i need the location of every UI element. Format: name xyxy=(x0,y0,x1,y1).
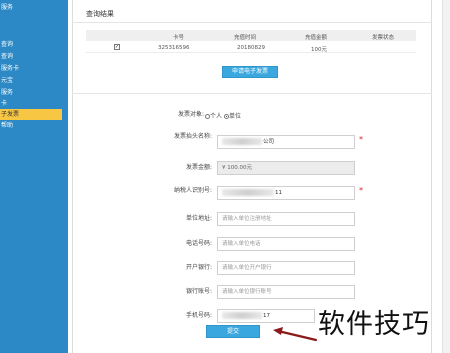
redacted-value xyxy=(222,189,274,196)
radio-company[interactable] xyxy=(223,114,229,119)
mobile-input[interactable]: 17 xyxy=(217,309,315,323)
sidebar-item-service-2[interactable]: 服务 xyxy=(0,87,60,98)
sidebar-item-card[interactable]: 卡 xyxy=(0,98,60,109)
radio-personal[interactable] xyxy=(205,114,210,119)
row-divider xyxy=(86,52,416,53)
mobile-label: 手机号码: xyxy=(185,312,212,319)
arrow-annotation-icon xyxy=(273,327,318,342)
row-checkbox[interactable]: ✓ xyxy=(114,44,120,50)
results-title: 查询结果 xyxy=(86,10,114,18)
divider xyxy=(72,93,432,94)
bank-label: 开户银行: xyxy=(185,264,212,271)
cell-time: 20180829 xyxy=(237,45,265,51)
sidebar-item-service-card[interactable]: 服务卡 xyxy=(0,63,60,74)
watermark-logo: 软件技巧 xyxy=(318,309,430,340)
bank-input[interactable]: 请输入单位开户银行 xyxy=(217,261,355,275)
phone-input[interactable]: 请输入单位电话 xyxy=(217,237,355,251)
address-label: 单位地址: xyxy=(185,215,212,222)
account-label: 银行账号: xyxy=(185,288,212,295)
col-card-no: 卡号 xyxy=(173,35,185,41)
title-name-label: 发票抬头名称: xyxy=(173,133,212,140)
phone-label: 电话号码: xyxy=(185,240,212,247)
redacted-value xyxy=(222,312,262,319)
sidebar-item-e-invoice[interactable]: 子发票 xyxy=(0,109,62,120)
tax-id-input[interactable]: 11 xyxy=(217,186,355,200)
required-mark: * xyxy=(359,186,363,195)
sidebar-item-yuanbao[interactable]: 元宝 xyxy=(0,75,60,86)
sidebar-item-query-2[interactable]: 查询 xyxy=(0,51,60,62)
required-mark: * xyxy=(359,135,363,144)
col-amount: 充值金额 xyxy=(305,35,328,41)
col-time: 充值时间 xyxy=(234,35,257,41)
divider xyxy=(72,22,432,23)
sidebar-item-service[interactable]: 服务 xyxy=(0,2,60,13)
sidebar-item-query-1[interactable]: 查询 xyxy=(0,39,60,50)
radio-company-label: 单位 xyxy=(228,113,241,120)
right-scroll-area[interactable] xyxy=(442,0,450,353)
redacted-value xyxy=(222,138,262,145)
title-name-input[interactable]: 公司 xyxy=(217,135,355,149)
address-input[interactable]: 请输入单位注册地址 xyxy=(217,212,355,226)
sidebar: 服务 查询 查询 服务卡 元宝 服务 卡 子发票 帮助 xyxy=(0,0,68,353)
col-status: 发票状态 xyxy=(372,35,395,41)
radio-personal-label: 个人 xyxy=(210,113,223,120)
cell-card-no: 325316596 xyxy=(158,45,190,51)
submit-button[interactable]: 提交 xyxy=(206,325,260,338)
apply-e-invoice-button[interactable]: 申请电子发票 xyxy=(222,66,278,78)
target-label: 发票对象: xyxy=(177,111,204,118)
tax-id-label: 纳税人识别号: xyxy=(173,187,212,194)
account-input[interactable]: 请输入单位银行账号 xyxy=(217,285,355,299)
amount-label: 发票金额: xyxy=(185,164,212,171)
target-radio-group: 个人 单位 xyxy=(205,111,241,120)
amount-field: ¥ 100.00元 xyxy=(217,161,355,175)
sidebar-item-help[interactable]: 帮助 xyxy=(0,120,60,131)
